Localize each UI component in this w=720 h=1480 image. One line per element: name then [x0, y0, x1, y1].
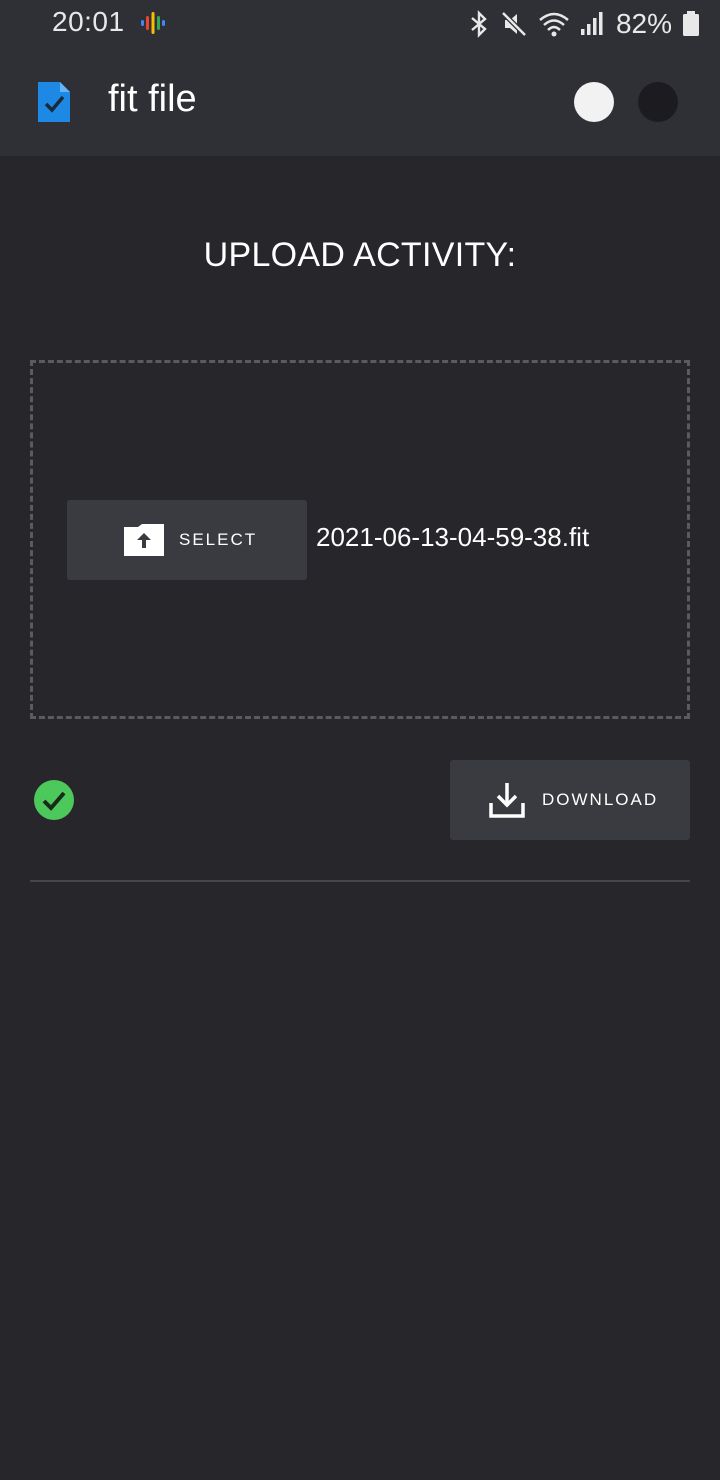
- app-title: fit file: [108, 78, 197, 120]
- divider: [30, 880, 690, 882]
- download-icon: [489, 783, 525, 818]
- page-heading: UPLOAD ACTIVITY:: [203, 236, 517, 274]
- wifi-icon: [539, 12, 569, 37]
- success-check-icon: [34, 780, 74, 820]
- status-icons: 82%: [468, 6, 700, 42]
- status-time: 20:01: [52, 6, 125, 37]
- status-bar: 20:01 82%: [0, 0, 720, 50]
- battery-icon: [683, 11, 699, 36]
- mute-icon: [501, 11, 527, 37]
- light-theme-toggle[interactable]: [574, 82, 614, 122]
- dark-theme-toggle[interactable]: [638, 82, 678, 122]
- download-button-label: DOWNLOAD: [542, 790, 659, 809]
- file-check-icon: [38, 82, 70, 122]
- download-button[interactable]: DOWNLOAD: [450, 760, 690, 840]
- signal-icon: [580, 12, 603, 35]
- select-file-button[interactable]: SELECT: [67, 500, 307, 580]
- bluetooth-icon: [471, 10, 487, 38]
- app-bar: fit file: [0, 50, 720, 156]
- selected-file-name: 2021-06-13-04-59-38.fit: [316, 522, 590, 552]
- select-button-label: SELECT: [179, 530, 258, 549]
- battery-level: 82%: [615, 8, 672, 39]
- podcast-icon: [141, 12, 165, 34]
- folder-upload-icon: [124, 524, 164, 556]
